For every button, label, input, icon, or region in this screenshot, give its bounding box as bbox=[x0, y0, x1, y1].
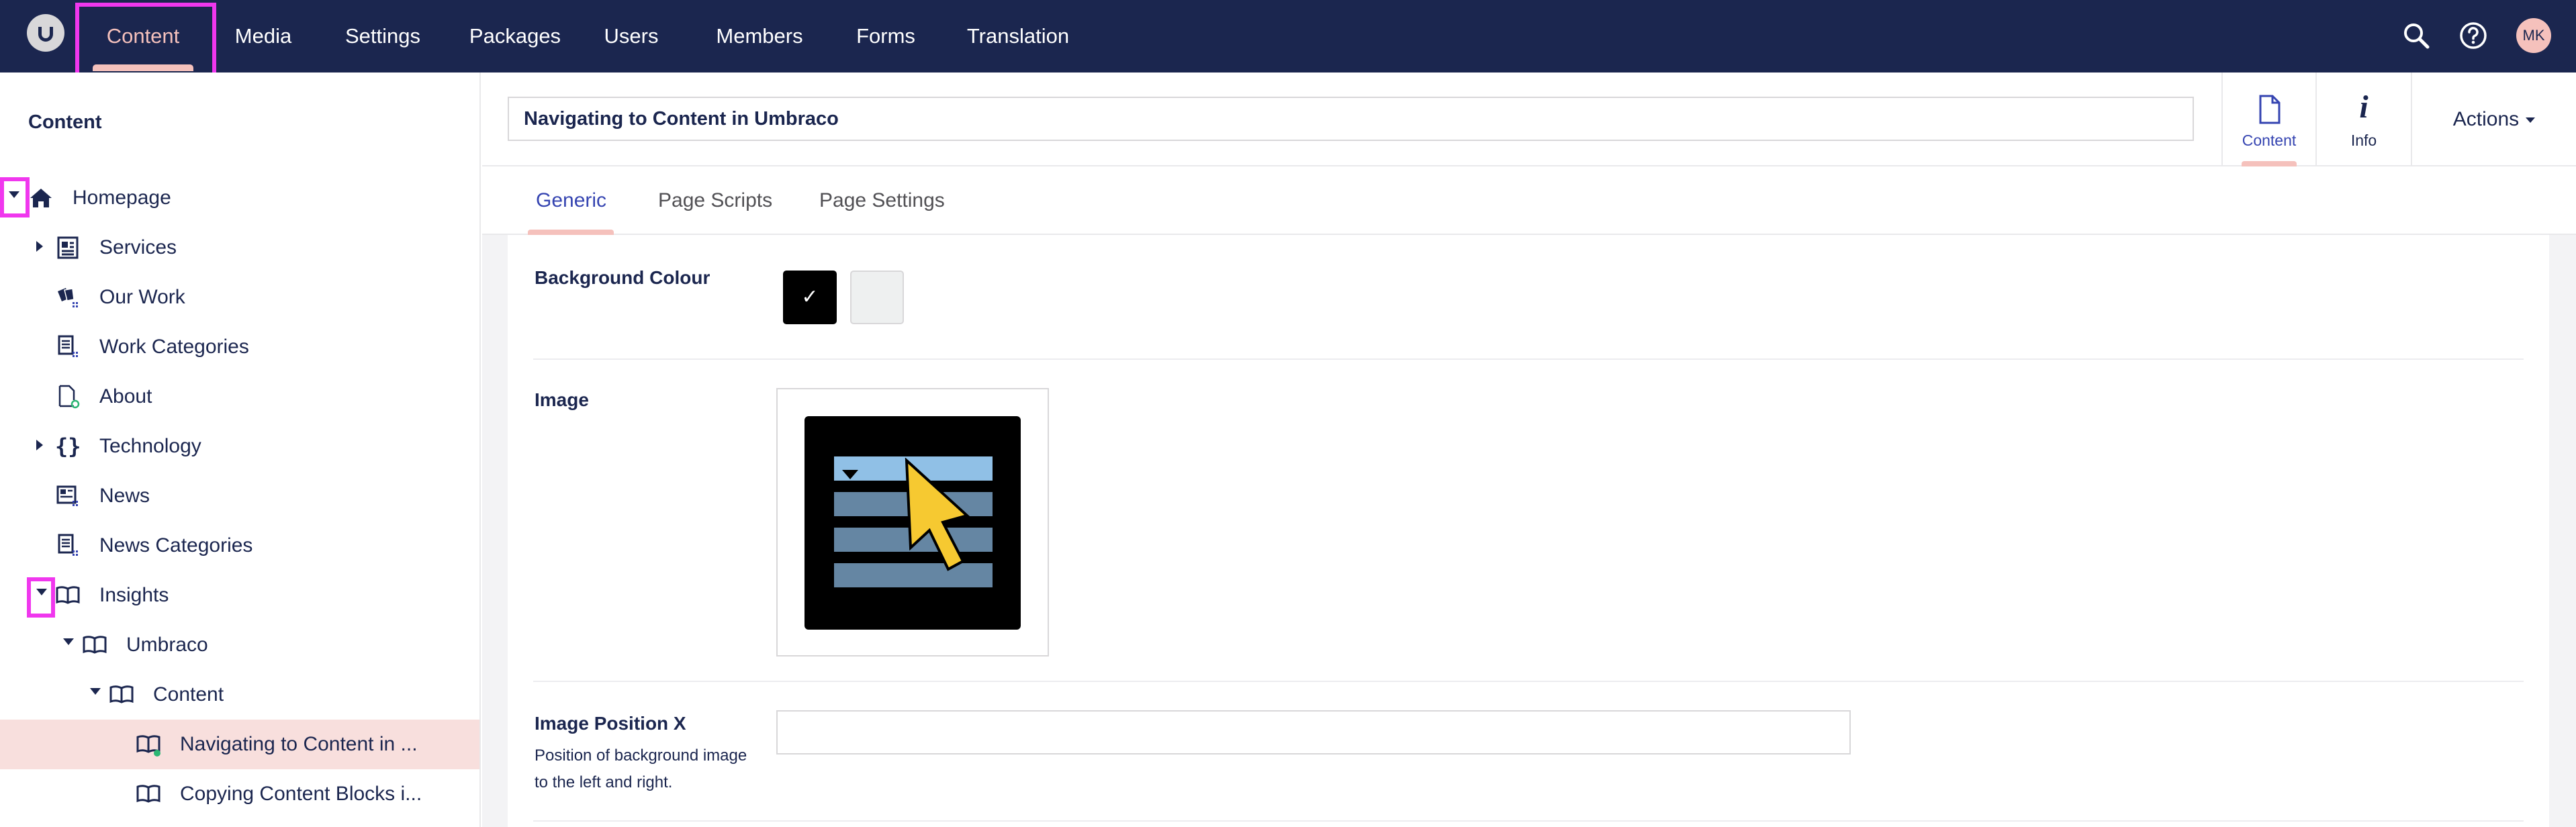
umbraco-logo-icon[interactable] bbox=[27, 14, 64, 52]
nav-translation[interactable]: Translation bbox=[964, 0, 1072, 72]
actions-dropdown[interactable]: Actions bbox=[2411, 72, 2576, 166]
content-app-info[interactable]: i Info bbox=[2315, 72, 2411, 166]
caret-down-icon[interactable] bbox=[36, 589, 47, 595]
image-picker[interactable] bbox=[776, 388, 1049, 656]
tree-item-label: Services bbox=[99, 236, 177, 258]
nav-forms[interactable]: Forms bbox=[849, 0, 923, 72]
image-label: Image bbox=[535, 389, 589, 410]
nav-active-indicator bbox=[93, 64, 193, 71]
tree-item-about[interactable]: About bbox=[0, 372, 479, 422]
property-tabs: Generic Page Scripts Page Settings bbox=[482, 166, 2576, 235]
caret-down-icon[interactable] bbox=[90, 688, 101, 695]
tree-item-label: Copying Content Blocks i... bbox=[180, 783, 422, 805]
tab-page-scripts[interactable]: Page Scripts bbox=[658, 166, 772, 235]
image-position-x-description: Position of background image to the left… bbox=[535, 746, 747, 791]
caret-down-icon[interactable] bbox=[63, 638, 74, 645]
editor-main: Background Colour ✓ Image Image Position… bbox=[482, 235, 2576, 827]
sidebar-title: Content bbox=[28, 111, 102, 133]
document-icon bbox=[58, 385, 80, 409]
content-name-input[interactable] bbox=[508, 97, 2194, 141]
chevron-down-icon bbox=[2526, 117, 2536, 124]
tab-page-settings[interactable]: Page Settings bbox=[819, 166, 945, 235]
tree-item-homepage[interactable]: Homepage bbox=[0, 173, 479, 223]
tree-item-label: Work Categories bbox=[99, 336, 249, 358]
cursor-arrow-icon bbox=[905, 458, 970, 571]
colour-swatch-light[interactable] bbox=[850, 271, 904, 324]
tree-item-label: Our Work bbox=[99, 286, 185, 308]
tree-item-label: Navigating to Content in ... bbox=[180, 733, 418, 755]
tree-item-label: News bbox=[99, 485, 150, 507]
help-icon[interactable] bbox=[2458, 20, 2489, 51]
tree-item-technology[interactable]: {} Technology bbox=[0, 422, 479, 471]
tree-item-navigating-to-content[interactable]: Navigating to Content in ... bbox=[0, 720, 479, 769]
property-divider bbox=[533, 358, 2524, 360]
image-position-x-label: Image Position X bbox=[535, 713, 686, 734]
tab-generic[interactable]: Generic bbox=[536, 166, 606, 235]
tree-item-news-categories[interactable]: News Categories bbox=[0, 521, 479, 571]
nav-settings[interactable]: Settings bbox=[336, 0, 430, 72]
tree-item-umbraco[interactable]: Umbraco bbox=[0, 620, 479, 670]
tree-item-label: Homepage bbox=[73, 187, 171, 209]
tree-item-label: Technology bbox=[99, 435, 201, 457]
content-app-active-indicator bbox=[2242, 161, 2297, 166]
actions-label: Actions bbox=[2452, 108, 2520, 130]
checkmark-icon: ✓ bbox=[801, 286, 819, 308]
tab-active-indicator bbox=[528, 230, 614, 235]
book-icon bbox=[136, 735, 160, 757]
nav-packages[interactable]: Packages bbox=[463, 0, 567, 72]
tree-item-label: Content bbox=[153, 683, 224, 706]
colour-swatch-black[interactable]: ✓ bbox=[783, 271, 837, 324]
nav-content[interactable]: Content bbox=[87, 0, 199, 72]
home-icon bbox=[30, 189, 52, 207]
tree-item-our-work[interactable]: Our Work bbox=[0, 273, 479, 322]
info-app-label: Info bbox=[2350, 132, 2377, 149]
tree-item-label: Insights bbox=[99, 584, 169, 606]
document-list-icon bbox=[58, 335, 78, 357]
caret-down-icon[interactable] bbox=[9, 191, 19, 198]
property-divider bbox=[533, 681, 2524, 682]
tree-item-news[interactable]: News bbox=[0, 471, 479, 521]
user-avatar[interactable]: MK bbox=[2516, 18, 2551, 53]
properties-panel: Background Colour ✓ Image Image Position… bbox=[508, 235, 2549, 827]
document-icon bbox=[2259, 95, 2281, 124]
document-list-icon bbox=[58, 534, 78, 556]
tree-item-services[interactable]: Services bbox=[0, 223, 479, 273]
tree-item-work-categories[interactable]: Work Categories bbox=[0, 322, 479, 372]
news-icon bbox=[56, 485, 78, 506]
book-icon bbox=[136, 785, 160, 803]
nav-members[interactable]: Members bbox=[712, 0, 807, 72]
image-position-x-input[interactable] bbox=[776, 710, 1851, 755]
tree-item-label: Umbraco bbox=[126, 634, 208, 656]
nav-users[interactable]: Users bbox=[598, 0, 665, 72]
braces-icon: {} bbox=[55, 434, 81, 459]
tree-item-copying-content-blocks[interactable]: Copying Content Blocks i... bbox=[0, 769, 479, 819]
caret-right-icon[interactable] bbox=[36, 440, 43, 450]
editor-header: Content i Info Actions bbox=[482, 72, 2576, 166]
thumb-caret-icon bbox=[842, 470, 858, 479]
content-app-label: Content bbox=[2242, 132, 2297, 149]
info-icon: i bbox=[2359, 89, 2368, 125]
umbraco-backoffice: Content Media Settings Packages Users Me… bbox=[0, 0, 2576, 827]
content-tree-sidebar: Content Homepage Services Our Work Work … bbox=[0, 72, 481, 827]
newspaper-icon bbox=[57, 236, 79, 259]
nav-media[interactable]: Media bbox=[222, 0, 305, 72]
book-icon bbox=[109, 685, 134, 703]
book-icon bbox=[56, 586, 80, 604]
cards-icon bbox=[58, 288, 78, 307]
tree-item-label: About bbox=[99, 385, 152, 407]
image-thumbnail bbox=[804, 416, 1021, 630]
tree-item-label: News Categories bbox=[99, 534, 253, 556]
property-divider bbox=[533, 820, 2524, 822]
tree-item-insights[interactable]: Insights bbox=[0, 571, 479, 620]
background-colour-label: Background Colour bbox=[535, 267, 710, 288]
search-icon[interactable] bbox=[2401, 20, 2432, 51]
book-icon bbox=[83, 636, 107, 654]
tree-item-content[interactable]: Content bbox=[0, 670, 479, 720]
top-navigation-bar: Content Media Settings Packages Users Me… bbox=[0, 0, 2576, 83]
caret-right-icon[interactable] bbox=[36, 241, 43, 252]
content-app-content[interactable]: Content bbox=[2221, 72, 2315, 166]
